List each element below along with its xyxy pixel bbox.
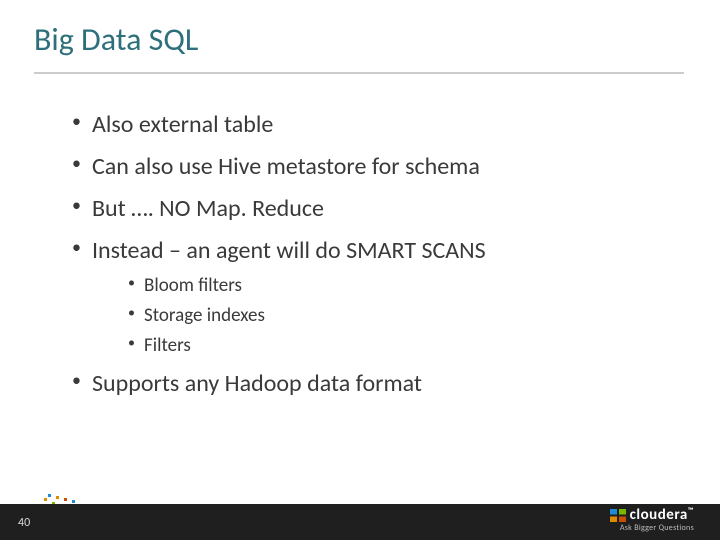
trademark-icon: ™: [688, 506, 694, 516]
list-item: Supports any Hadoop data format: [72, 369, 680, 399]
bullet-text: Storage indexes: [144, 304, 265, 327]
list-item: Bloom filters: [128, 274, 680, 298]
title-divider: [34, 72, 684, 74]
list-item: Storage indexes: [128, 304, 680, 328]
cloudera-wordmark: cloudera: [630, 506, 688, 524]
bullet-text: But …. NO Map. Reduce: [92, 194, 324, 223]
bullet-text: Bloom filters: [144, 274, 242, 297]
bullet-text: Also external table: [92, 110, 273, 139]
cloudera-glyph-icon: [610, 509, 626, 522]
list-item: Also external table: [72, 110, 680, 140]
footer-bar: 40 cloudera™ Ask Bigger Questions: [0, 504, 720, 540]
bullet-text: Supports any Hadoop data format: [92, 369, 422, 398]
page-number: 40: [18, 516, 30, 530]
bullet-text: Instead – an agent will do SMART SCANS: [92, 236, 486, 265]
list-item: Filters: [128, 334, 680, 358]
list-item: But …. NO Map. Reduce: [72, 194, 680, 224]
slide-title: Big Data SQL: [34, 20, 198, 59]
list-item: Can also use Hive metastore for schema: [72, 152, 680, 182]
cloudera-logo: cloudera™ Ask Bigger Questions: [610, 507, 694, 532]
slide-content: Also external table Can also use Hive me…: [72, 110, 680, 411]
list-item: Instead – an agent will do SMART SCANS B…: [72, 236, 680, 357]
sub-bullet-list: Bloom filters Storage indexes Filters: [128, 274, 680, 357]
slide: Big Data SQL Also external table Can als…: [0, 0, 720, 540]
bullet-list: Also external table Can also use Hive me…: [72, 110, 680, 399]
bullet-text: Filters: [144, 334, 191, 357]
bullet-text: Can also use Hive metastore for schema: [92, 152, 480, 181]
cloudera-tagline: Ask Bigger Questions: [610, 524, 694, 532]
